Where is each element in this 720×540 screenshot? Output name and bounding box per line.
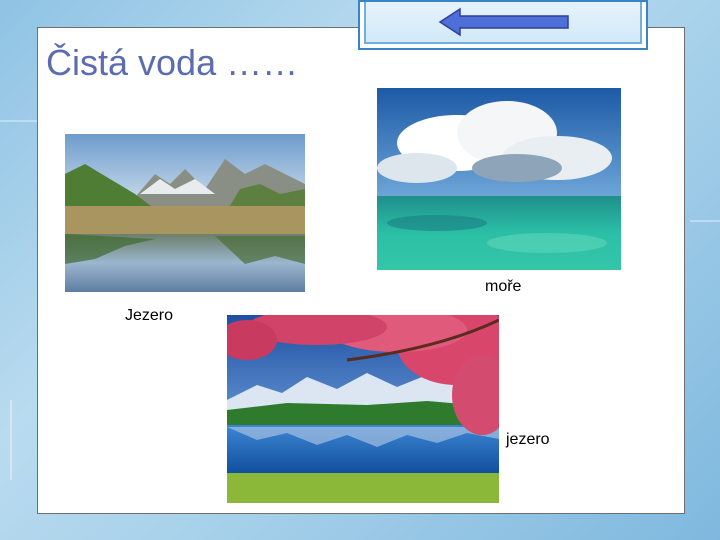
slide-title: Čistá voda …… [46, 42, 299, 83]
background-stripe [0, 120, 40, 122]
photo-mountain-lake [65, 134, 305, 292]
photo-lake-blossom [227, 315, 499, 503]
background-stripe [10, 400, 12, 480]
left-arrow-icon[interactable] [438, 6, 572, 38]
lake-blossom-image [227, 315, 499, 503]
photo-sea [377, 88, 621, 270]
slide: Čistá voda …… Jezero moře jezero [37, 27, 685, 514]
sea-image [377, 88, 621, 270]
caption-jezero-blossom: jezero [506, 431, 550, 448]
caption-jezero-mountain: Jezero [125, 307, 174, 324]
mountain-lake-image [65, 134, 305, 292]
navigation-box-inner [364, 2, 642, 44]
background-stripe [690, 220, 720, 222]
caption-more: moře [485, 278, 522, 295]
navigation-box [358, 0, 648, 50]
